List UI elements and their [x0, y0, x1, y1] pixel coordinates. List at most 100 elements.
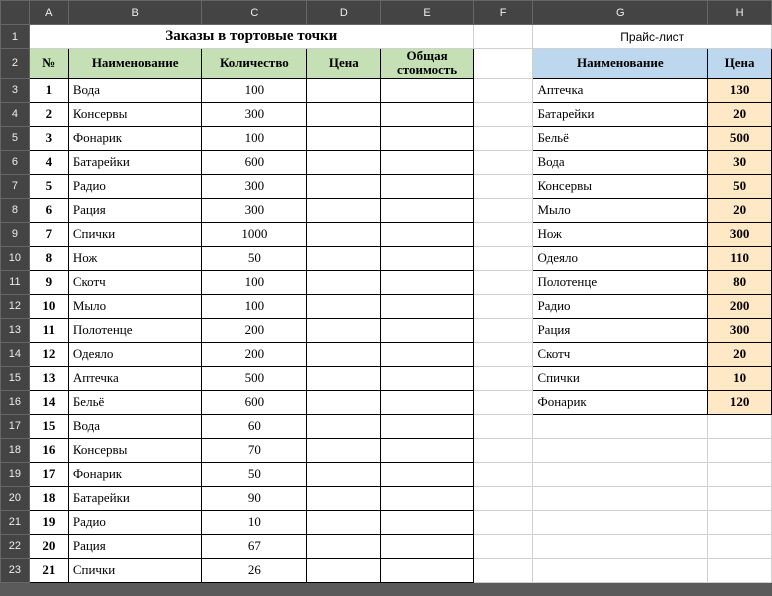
row-header-8[interactable]: 8 — [1, 198, 30, 222]
order-name[interactable]: Полотенце — [68, 318, 202, 342]
cell-H20[interactable] — [708, 486, 772, 510]
order-total[interactable] — [381, 318, 474, 342]
cell-H18[interactable] — [708, 438, 772, 462]
row-header-18[interactable]: 18 — [1, 438, 30, 462]
cell-F1[interactable] — [473, 25, 533, 49]
pricelist-name[interactable]: Фонарик — [533, 390, 708, 414]
pricelist-price[interactable]: 300 — [708, 222, 772, 246]
order-num[interactable]: 15 — [29, 414, 68, 438]
pricelist-price[interactable]: 500 — [708, 126, 772, 150]
order-name[interactable]: Аптечка — [68, 366, 202, 390]
order-name[interactable]: Спички — [68, 222, 202, 246]
order-total[interactable] — [381, 558, 474, 582]
order-total[interactable] — [381, 366, 474, 390]
order-name[interactable]: Одеяло — [68, 342, 202, 366]
cell-H21[interactable] — [708, 510, 772, 534]
pricelist-name[interactable]: Радио — [533, 294, 708, 318]
pricelist-name[interactable]: Мыло — [533, 198, 708, 222]
cell-F2[interactable] — [473, 49, 533, 79]
cell-F11[interactable] — [473, 270, 533, 294]
cell-F16[interactable] — [473, 390, 533, 414]
col-header-A[interactable]: A — [29, 1, 68, 25]
pricelist-name[interactable]: Спички — [533, 366, 708, 390]
orders-hdr-price[interactable]: Цена — [307, 49, 381, 79]
order-total[interactable] — [381, 126, 474, 150]
order-total[interactable] — [381, 390, 474, 414]
pricelist-price[interactable]: 120 — [708, 390, 772, 414]
cell-G18[interactable] — [533, 438, 708, 462]
order-total[interactable] — [381, 222, 474, 246]
order-name[interactable]: Радио — [68, 510, 202, 534]
order-price[interactable] — [307, 558, 381, 582]
cell-G20[interactable] — [533, 486, 708, 510]
pricelist-price[interactable]: 110 — [708, 246, 772, 270]
cell-F10[interactable] — [473, 246, 533, 270]
cell-F8[interactable] — [473, 198, 533, 222]
order-price[interactable] — [307, 510, 381, 534]
cell-F17[interactable] — [473, 414, 533, 438]
pricelist-name[interactable]: Рация — [533, 318, 708, 342]
order-qty[interactable]: 100 — [202, 294, 307, 318]
order-name[interactable]: Фонарик — [68, 126, 202, 150]
cell-H23[interactable] — [708, 558, 772, 582]
order-qty[interactable]: 300 — [202, 174, 307, 198]
pricelist-price[interactable]: 80 — [708, 270, 772, 294]
pricelist-price[interactable]: 20 — [708, 198, 772, 222]
order-price[interactable] — [307, 438, 381, 462]
col-header-E[interactable]: E — [381, 1, 474, 25]
order-qty[interactable]: 100 — [202, 270, 307, 294]
order-name[interactable]: Бельё — [68, 390, 202, 414]
order-name[interactable]: Консервы — [68, 438, 202, 462]
pricelist-price[interactable]: 10 — [708, 366, 772, 390]
order-num[interactable]: 18 — [29, 486, 68, 510]
cell-G17[interactable] — [533, 414, 708, 438]
row-header-14[interactable]: 14 — [1, 342, 30, 366]
order-total[interactable] — [381, 102, 474, 126]
order-price[interactable] — [307, 390, 381, 414]
cell-F18[interactable] — [473, 438, 533, 462]
order-num[interactable]: 8 — [29, 246, 68, 270]
order-name[interactable]: Рация — [68, 534, 202, 558]
pricelist-name[interactable]: Аптечка — [533, 78, 708, 102]
order-price[interactable] — [307, 222, 381, 246]
order-total[interactable] — [381, 438, 474, 462]
cell-F13[interactable] — [473, 318, 533, 342]
order-name[interactable]: Рация — [68, 198, 202, 222]
order-price[interactable] — [307, 78, 381, 102]
order-name[interactable]: Радио — [68, 174, 202, 198]
row-header-17[interactable]: 17 — [1, 414, 30, 438]
select-all-corner[interactable] — [1, 1, 30, 25]
order-num[interactable]: 1 — [29, 78, 68, 102]
order-qty[interactable]: 1000 — [202, 222, 307, 246]
order-qty[interactable]: 200 — [202, 318, 307, 342]
pricelist-name[interactable]: Вода — [533, 150, 708, 174]
cell-F19[interactable] — [473, 462, 533, 486]
order-name[interactable]: Батарейки — [68, 486, 202, 510]
order-qty[interactable]: 600 — [202, 150, 307, 174]
order-qty[interactable]: 10 — [202, 510, 307, 534]
pricelist-price[interactable]: 50 — [708, 174, 772, 198]
pricelist-price[interactable]: 130 — [708, 78, 772, 102]
cell-F9[interactable] — [473, 222, 533, 246]
row-header-19[interactable]: 19 — [1, 462, 30, 486]
order-num[interactable]: 11 — [29, 318, 68, 342]
pricelist-name[interactable]: Консервы — [533, 174, 708, 198]
pricelist-name[interactable]: Батарейки — [533, 102, 708, 126]
row-header-10[interactable]: 10 — [1, 246, 30, 270]
col-header-F[interactable]: F — [473, 1, 533, 25]
order-price[interactable] — [307, 198, 381, 222]
cell-G21[interactable] — [533, 510, 708, 534]
col-header-D[interactable]: D — [307, 1, 381, 25]
order-total[interactable] — [381, 534, 474, 558]
cell-F14[interactable] — [473, 342, 533, 366]
price-hdr-name[interactable]: Наименование — [533, 49, 708, 79]
order-total[interactable] — [381, 174, 474, 198]
cell-F21[interactable] — [473, 510, 533, 534]
order-price[interactable] — [307, 126, 381, 150]
cell-G22[interactable] — [533, 534, 708, 558]
row-header-2[interactable]: 2 — [1, 49, 30, 79]
order-num[interactable]: 7 — [29, 222, 68, 246]
pricelist-price[interactable]: 300 — [708, 318, 772, 342]
order-price[interactable] — [307, 534, 381, 558]
pricelist-name[interactable]: Скотч — [533, 342, 708, 366]
